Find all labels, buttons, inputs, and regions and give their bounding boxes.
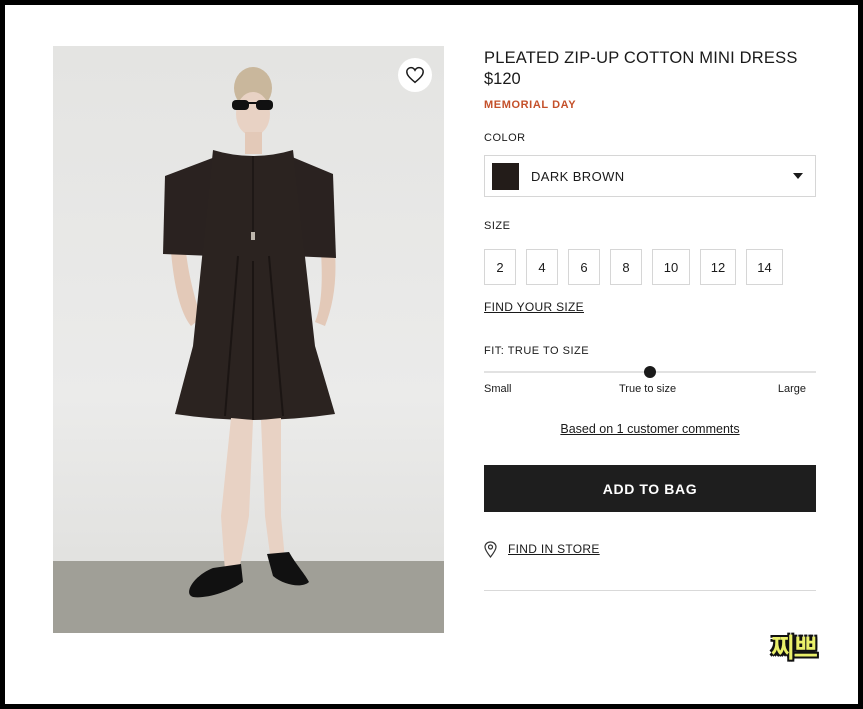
product-title: PLEATED ZIP-UP COTTON MINI DRESS: [484, 49, 798, 67]
add-to-bag-button[interactable]: ADD TO BAG: [484, 465, 816, 512]
size-option-4[interactable]: 4: [526, 249, 558, 285]
find-in-store-link[interactable]: FIND IN STORE: [508, 542, 600, 556]
color-swatch: [492, 162, 519, 190]
customer-comments-link[interactable]: Based on 1 customer comments: [484, 422, 816, 436]
location-pin-icon: [484, 541, 497, 558]
divider: [484, 590, 816, 591]
promo-badge: MEMORIAL DAY: [484, 99, 577, 111]
size-options: 2 4 6 8 10 12 14: [484, 249, 793, 285]
chevron-down-icon: [793, 173, 803, 179]
fit-scale-low: Small: [484, 383, 512, 395]
watermark: 찌쁘: [771, 633, 818, 663]
find-your-size-link[interactable]: FIND YOUR SIZE: [484, 300, 584, 314]
fit-scale-mid: True to size: [619, 383, 677, 395]
fit-scale-high: Large: [777, 383, 806, 395]
size-option-6[interactable]: 6: [568, 249, 600, 285]
heart-icon: [406, 66, 424, 84]
color-label: COLOR: [484, 132, 526, 144]
color-selected-value: DARK BROWN: [531, 168, 625, 184]
fit-label: FIT: TRUE TO SIZE: [484, 345, 590, 357]
model-illustration: [53, 67, 444, 633]
size-option-12[interactable]: 12: [700, 249, 736, 285]
product-price: $120: [484, 70, 521, 88]
size-option-2[interactable]: 2: [484, 249, 516, 285]
wishlist-button[interactable]: [398, 58, 432, 92]
size-option-8[interactable]: 8: [610, 249, 642, 285]
page-frame: PLEATED ZIP-UP COTTON MINI DRESS $120 ME…: [0, 0, 863, 709]
size-option-10[interactable]: 10: [652, 249, 690, 285]
color-dropdown[interactable]: DARK BROWN: [484, 155, 816, 197]
size-option-14[interactable]: 14: [746, 249, 783, 285]
fit-scale-marker: [644, 366, 656, 378]
product-image: [53, 46, 444, 633]
size-label: SIZE: [484, 220, 511, 232]
